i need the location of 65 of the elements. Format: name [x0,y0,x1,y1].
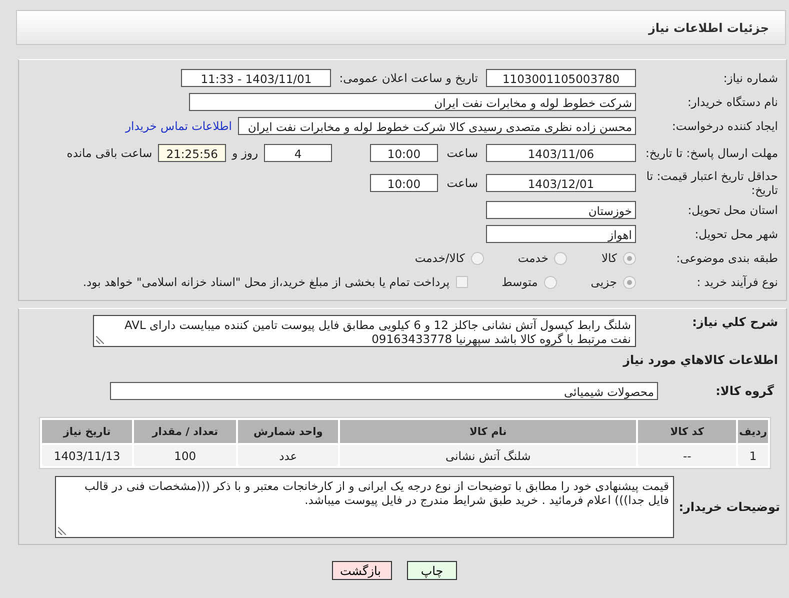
field-label: شرح کلي نیاز: [691,315,779,329]
announce-date-field[interactable]: 1403/11/01 - 11:33 [181,69,332,87]
radio-button[interactable] [623,276,636,288]
field-label: استان محل تحویل: [686,203,779,217]
field-label: حداقل تاریخ اعتبار قیمت: تا تاریخ: [645,169,779,197]
resize-handle-icon[interactable] [58,527,66,535]
time-label: ساعت [446,176,478,190]
time-label: ساعت [446,146,478,160]
table-cell: 1 [738,445,768,466]
column-header: نام کالا [340,420,636,443]
date-field[interactable]: 1403/11/06 [486,144,636,162]
radio-button[interactable] [623,252,636,264]
page-title: جزئیات اطلاعات نیاز [648,20,769,34]
table-cell: 100 [134,445,236,466]
goods-group-field[interactable]: محصولات شیمیائی [110,382,658,400]
resize-handle-icon[interactable] [96,336,104,344]
buyer-notes-text: قیمت پیشنهادی خود را مطابق با توضیحات از نوع درجه یک ایرانی و از کارخانجات معتبر و با ذکر (((مشخصات فنی در قالب فایل جدا))) اعلام فرمائید . خرید طبق شرایط مندرج در فایل پیوست میباشد. [84,479,669,507]
action-button[interactable]: چاپ [407,561,457,580]
days-label: روز و [232,146,258,160]
checkbox-label: پرداخت تمام یا بخشی از مبلغ خرید،از محل "اسناد خزانه اسلامی" خواهد بود. [82,275,450,289]
radio-button[interactable] [554,252,568,264]
column-header: تاریخ نیاز [42,420,132,443]
column-header: کد کالا [638,420,736,443]
radio-label: جزیی [590,275,617,289]
field-label: نام دستگاه خریدار: [686,95,779,109]
description-field[interactable]: شلنگ رابط کپسول آتش نشانی جاکلز 12 و 6 کیلویی مطابق فایل پیوست تامین کننده میبایست دارای AVL نفت مرتبط با گروه کالا باشد سپهرنیا 09163433778 [93,315,636,347]
requester-field[interactable]: محسن زاده نظری متصدی رسیدی کالا شرکت خطوط لوله و مخابرات نفت ایران [238,117,636,135]
field-label: توضیحات خریدار: [678,499,781,514]
days-field[interactable]: 4 [264,144,332,162]
time-field[interactable]: 10:00 [370,174,438,192]
time-field[interactable]: 10:00 [370,144,438,162]
column-header: ردیف [738,420,768,443]
contact-link[interactable]: اطلاعات تماس خریدار [125,119,232,133]
field-label: مهلت ارسال پاسخ: تا تاریخ: [644,146,779,160]
column-header: تعداد / مقدار [134,420,236,443]
field-label: نوع فرآیند خرید : [696,275,779,289]
column-header: واحد شمارش [238,420,338,443]
description-text: شلنگ رابط کپسول آتش نشانی جاکلز 12 و 6 کیلویی مطابق فایل پیوست تامین کننده میبایست دارای AVL نفت مرتبط با گروه کالا باشد سپهرنیا 09163433778 [124,318,631,346]
field-label: شماره نیاز: [722,71,779,85]
radio-label: کالا/خدمت [414,251,465,265]
province-field[interactable]: خوزستان [486,201,636,219]
field-label: ایجاد کننده درخواست: [671,119,779,133]
field-label: تاریخ و ساعت اعلان عمومی: [339,71,478,85]
field-label: گروه کالا: [714,384,775,398]
buyer-field[interactable]: شرکت خطوط لوله و مخابرات نفت ایران [189,93,636,111]
table-cell: 1403/11/13 [42,445,132,466]
radio-label: کالا [601,251,617,265]
field-label: طبقه بندی موضوعی: [675,251,779,265]
table-cell: عدد [238,445,338,466]
date-field[interactable]: 1403/12/01 [486,174,636,192]
table-cell: شلنگ آتش نشانی [340,445,636,466]
radio-button[interactable] [470,252,484,264]
section-title: اطلاعات کالاهاي مورد نیاز [622,353,779,367]
buyer-notes-field[interactable]: قیمت پیشنهادی خود را مطابق با توضیحات از نوع درجه یک ایرانی و از کارخانجات معتبر و با ذکر (((مشخصات فنی در قالب فایل جدا))) اعلام فرمائید . خرید طبق شرایط مندرج در فایل پیوست میباشد. [55,476,674,538]
remaining-label: ساعت باقی مانده [66,146,152,160]
city-field[interactable]: اهواز [486,225,636,243]
field-label: شهر محل تحویل: [694,227,779,241]
radio-label: متوسط [502,275,538,289]
remaining-time-field: 21:25:56 [158,144,226,162]
radio-button[interactable] [544,276,557,288]
action-button[interactable]: بازگشت [332,561,392,580]
radio-label: خدمت [518,251,548,265]
checkbox[interactable] [456,276,468,288]
need-number-field[interactable]: 1103001105003780 [486,69,636,87]
table-cell: -- [638,445,736,466]
